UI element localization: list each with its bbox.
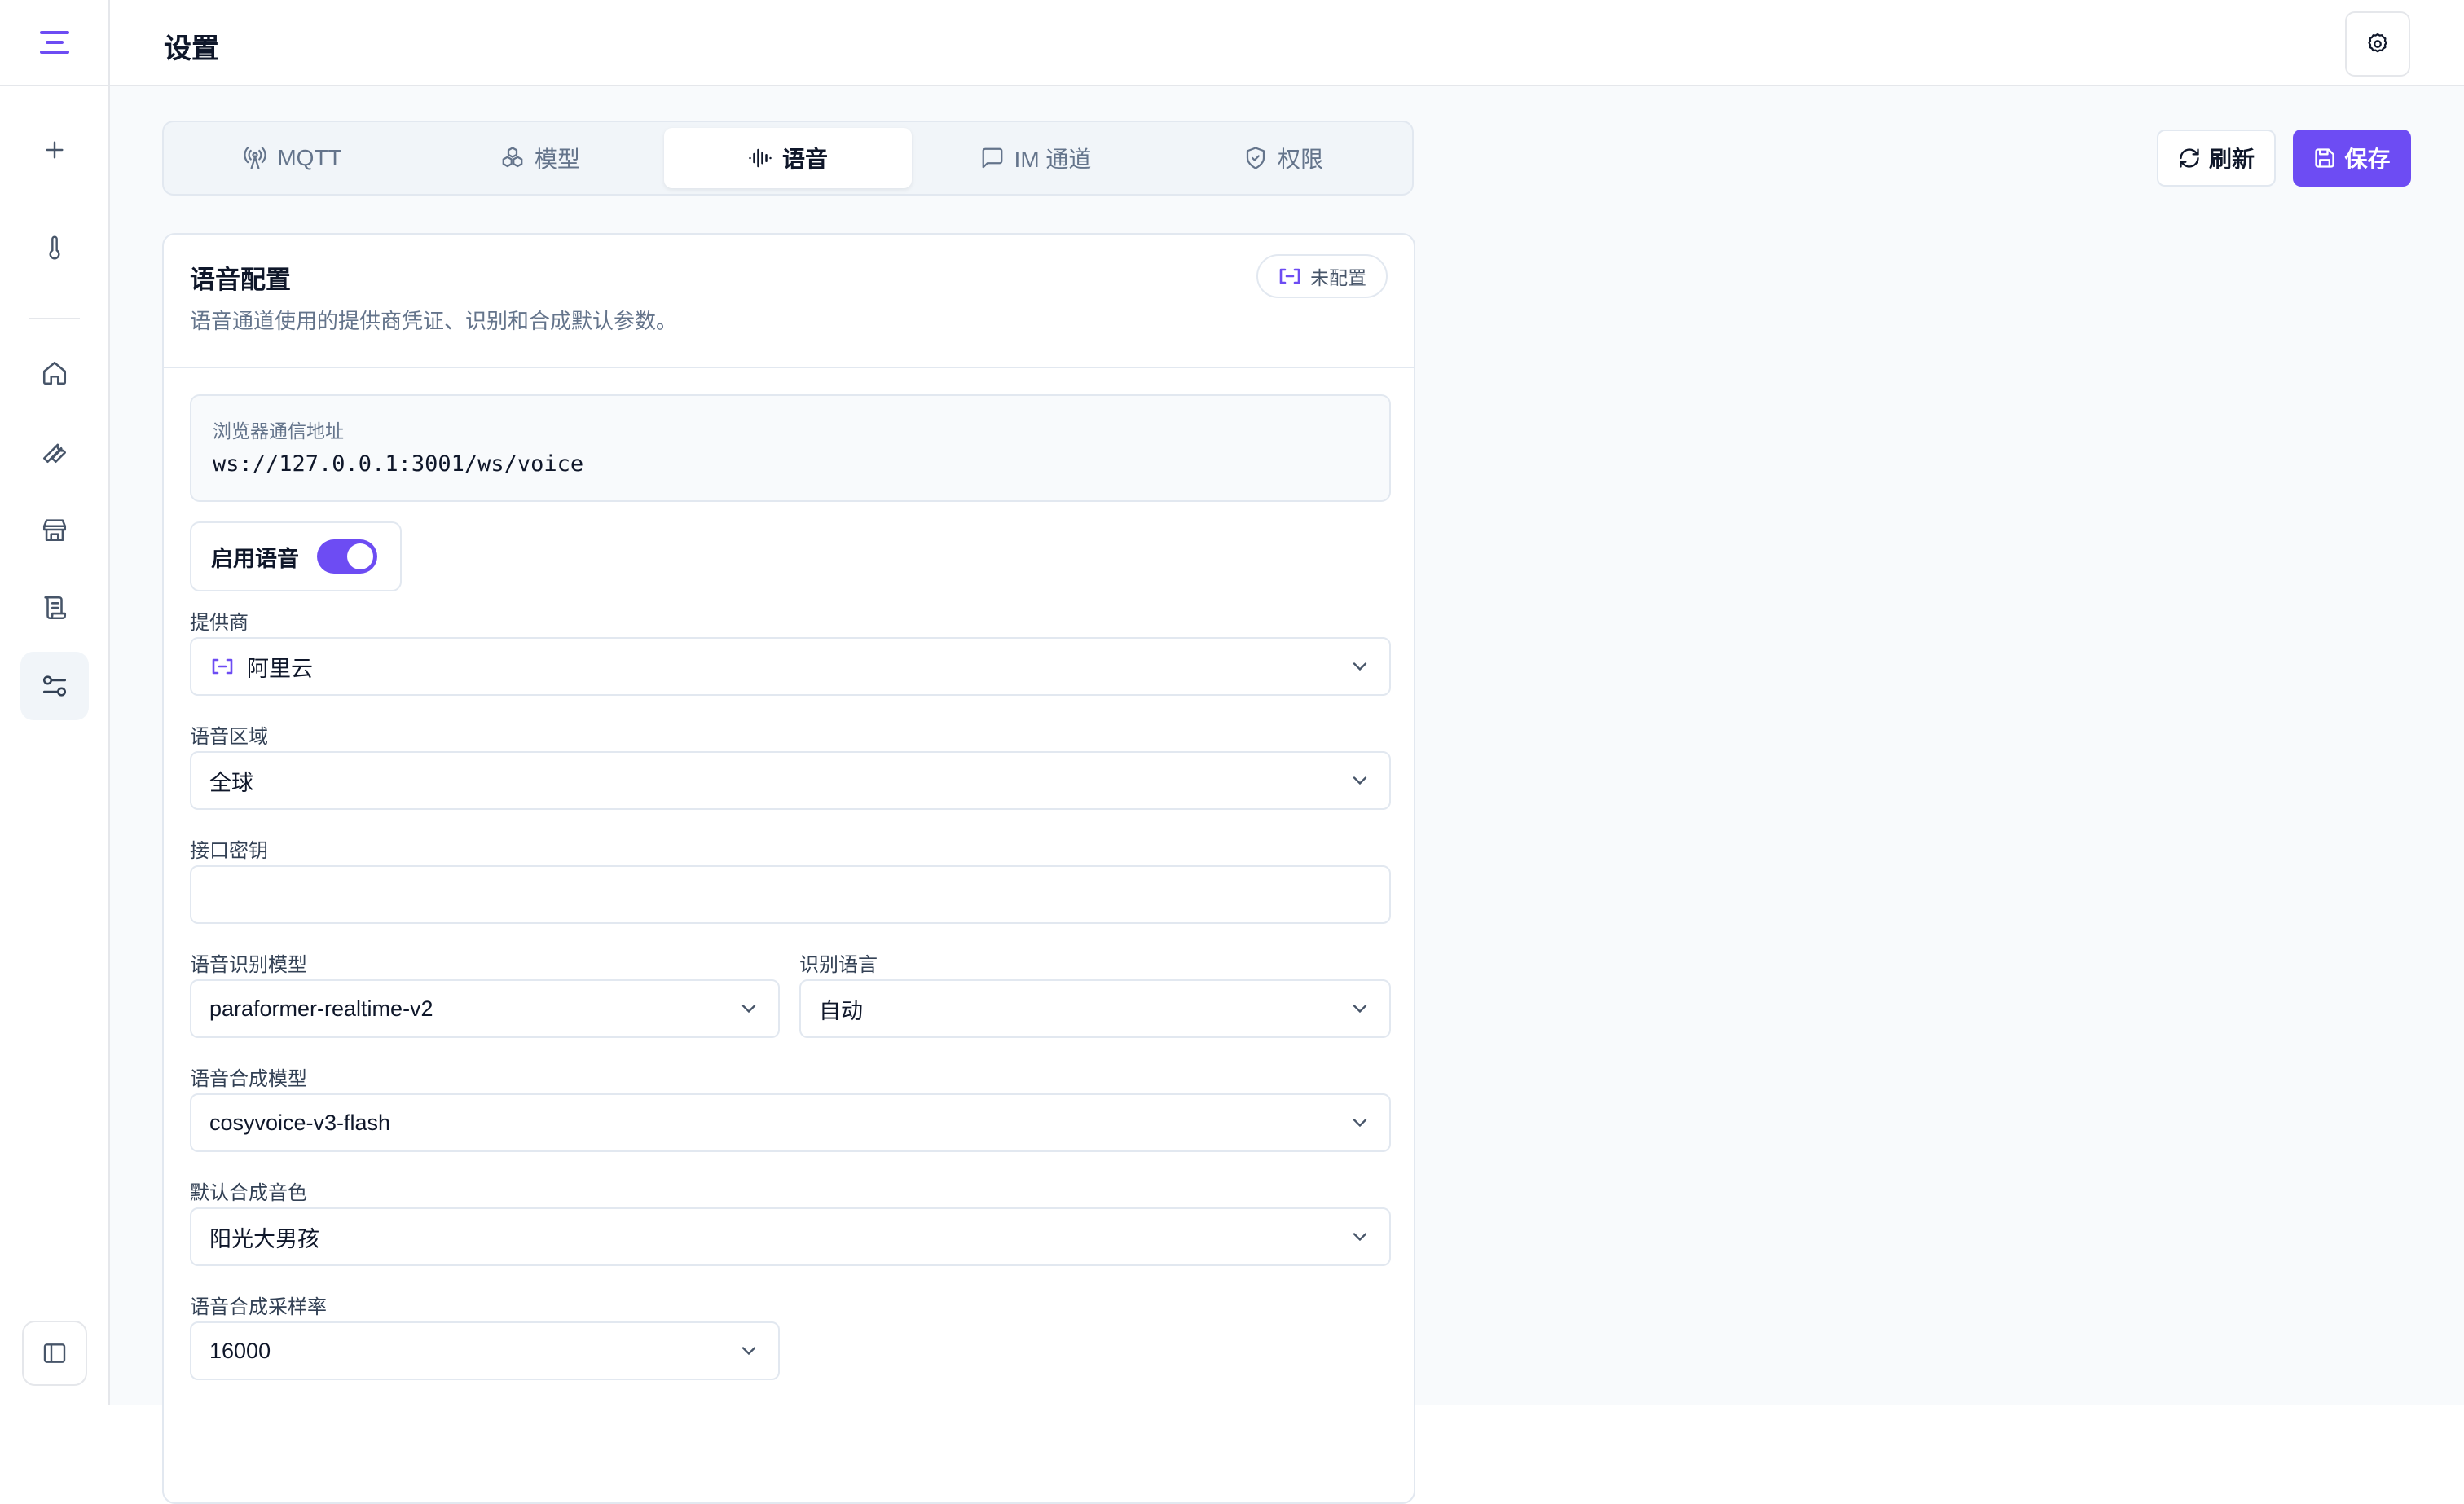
tts-voice-select[interactable]: 阳光大男孩	[190, 1207, 1391, 1266]
wrench-icon	[41, 438, 68, 465]
panel-left-icon	[42, 1340, 68, 1366]
plus-icon	[42, 137, 68, 163]
tts-model-value: cosyvoice-v3-flash	[209, 1110, 390, 1136]
chevron-down-icon	[737, 997, 760, 1020]
provider-label: 提供商	[190, 606, 249, 635]
message-square-icon	[980, 146, 1005, 170]
provider-bracket-icon	[1278, 267, 1302, 285]
settings-tabs: MQTT 模型 语音 IM 通道 权限	[162, 121, 1414, 196]
provider-bracket-icon	[209, 657, 235, 675]
provider-select[interactable]: 阿里云	[190, 637, 1391, 696]
chevron-down-icon	[1349, 1225, 1371, 1248]
thermometer-icon	[42, 235, 68, 261]
sliders-icon	[41, 672, 68, 700]
tab-mqtt[interactable]: MQTT	[169, 128, 416, 188]
sidebar-toggle-button[interactable]	[22, 1321, 87, 1386]
sidebar	[0, 0, 110, 1405]
menu-icon	[38, 29, 71, 56]
tts-rate-value: 16000	[209, 1339, 271, 1364]
asr-lang-label: 识别语言	[799, 948, 878, 977]
tab-voice[interactable]: 语音	[664, 128, 912, 188]
enable-voice-toggle[interactable]	[317, 539, 377, 574]
status-badge: 未配置	[1256, 254, 1388, 298]
api-key-label: 接口密钥	[190, 834, 268, 863]
chevron-down-icon	[1349, 1111, 1371, 1134]
browser-url-label: 浏览器通信地址	[213, 416, 344, 443]
browser-url-value: ws://127.0.0.1:3001/ws/voice	[213, 451, 583, 477]
asr-lang-value: 自动	[819, 993, 863, 1025]
menu-logo[interactable]	[0, 0, 108, 86]
radio-tower-icon	[243, 146, 267, 170]
tts-model-select[interactable]: cosyvoice-v3-flash	[190, 1093, 1391, 1152]
main-area: MQTT 模型 语音 IM 通道 权限 刷新 保存 语音配置 语音通道使用的提供…	[110, 86, 2464, 1405]
browser-url-box: 浏览器通信地址 ws://127.0.0.1:3001/ws/voice	[190, 394, 1391, 502]
refresh-button[interactable]: 刷新	[2157, 130, 2276, 187]
tts-voice-value: 阳光大男孩	[209, 1221, 319, 1253]
tts-rate-select[interactable]: 16000	[190, 1321, 780, 1380]
enable-voice-box: 启用语音	[190, 521, 402, 591]
refresh-label: 刷新	[2209, 142, 2255, 174]
tab-permissions[interactable]: 权限	[1159, 128, 1407, 188]
new-button[interactable]	[20, 116, 89, 184]
provider-value: 阿里云	[247, 651, 313, 683]
api-key-input[interactable]	[190, 865, 1391, 924]
chevron-down-icon	[1349, 997, 1371, 1020]
status-text: 未配置	[1310, 262, 1366, 290]
tab-models[interactable]: 模型	[416, 128, 664, 188]
tab-im-channel[interactable]: IM 通道	[912, 128, 1159, 188]
sidebar-item-home[interactable]	[20, 339, 89, 407]
asr-model-value: paraformer-realtime-v2	[209, 996, 433, 1022]
tab-label: MQTT	[277, 145, 341, 171]
card-description: 语音通道使用的提供商凭证、识别和合成默认参数。	[190, 305, 677, 335]
sidebar-item-tools[interactable]	[20, 417, 89, 486]
shield-check-icon	[1243, 146, 1268, 170]
save-label: 保存	[2344, 142, 2390, 174]
chevron-down-icon	[737, 1339, 760, 1362]
region-select[interactable]: 全球	[190, 751, 1391, 810]
sidebar-item-thermometer[interactable]	[20, 213, 89, 282]
tts-voice-label: 默认合成音色	[190, 1176, 307, 1205]
boxes-icon	[500, 146, 525, 170]
top-bar: 设置	[110, 0, 2464, 86]
card-title: 语音配置	[190, 259, 291, 296]
header-settings-button[interactable]	[2345, 11, 2410, 77]
asr-model-select[interactable]: paraformer-realtime-v2	[190, 979, 780, 1038]
save-button[interactable]: 保存	[2293, 130, 2411, 187]
tts-model-label: 语音合成模型	[190, 1062, 307, 1091]
voice-config-card: 语音配置 语音通道使用的提供商凭证、识别和合成默认参数。 未配置 浏览器通信地址…	[162, 233, 1415, 1504]
sidebar-divider	[29, 318, 80, 319]
refresh-icon	[2178, 147, 2201, 169]
chevron-down-icon	[1349, 769, 1371, 792]
page-title: 设置	[164, 26, 219, 66]
enable-voice-label: 启用语音	[211, 541, 299, 573]
sidebar-item-logs[interactable]	[20, 574, 89, 642]
store-icon	[41, 516, 68, 543]
gear-icon	[2365, 32, 2390, 56]
scroll-icon	[41, 594, 68, 622]
region-label: 语音区域	[190, 720, 268, 749]
tab-label: 权限	[1278, 142, 1323, 174]
home-icon	[41, 359, 68, 387]
tab-label: 语音	[782, 142, 828, 174]
save-icon	[2313, 147, 2336, 169]
asr-lang-select[interactable]: 自动	[799, 979, 1391, 1038]
sidebar-item-store[interactable]	[20, 495, 89, 564]
tab-label: IM 通道	[1014, 142, 1092, 174]
card-header: 语音配置 语音通道使用的提供商凭证、识别和合成默认参数。 未配置	[164, 235, 1414, 368]
tab-label: 模型	[535, 142, 580, 174]
sidebar-item-settings[interactable]	[20, 652, 89, 720]
asr-model-label: 语音识别模型	[190, 948, 307, 977]
chevron-down-icon	[1349, 655, 1371, 678]
tts-rate-label: 语音合成采样率	[190, 1291, 327, 1319]
audio-waveform-icon	[748, 146, 772, 170]
region-value: 全球	[209, 765, 253, 797]
